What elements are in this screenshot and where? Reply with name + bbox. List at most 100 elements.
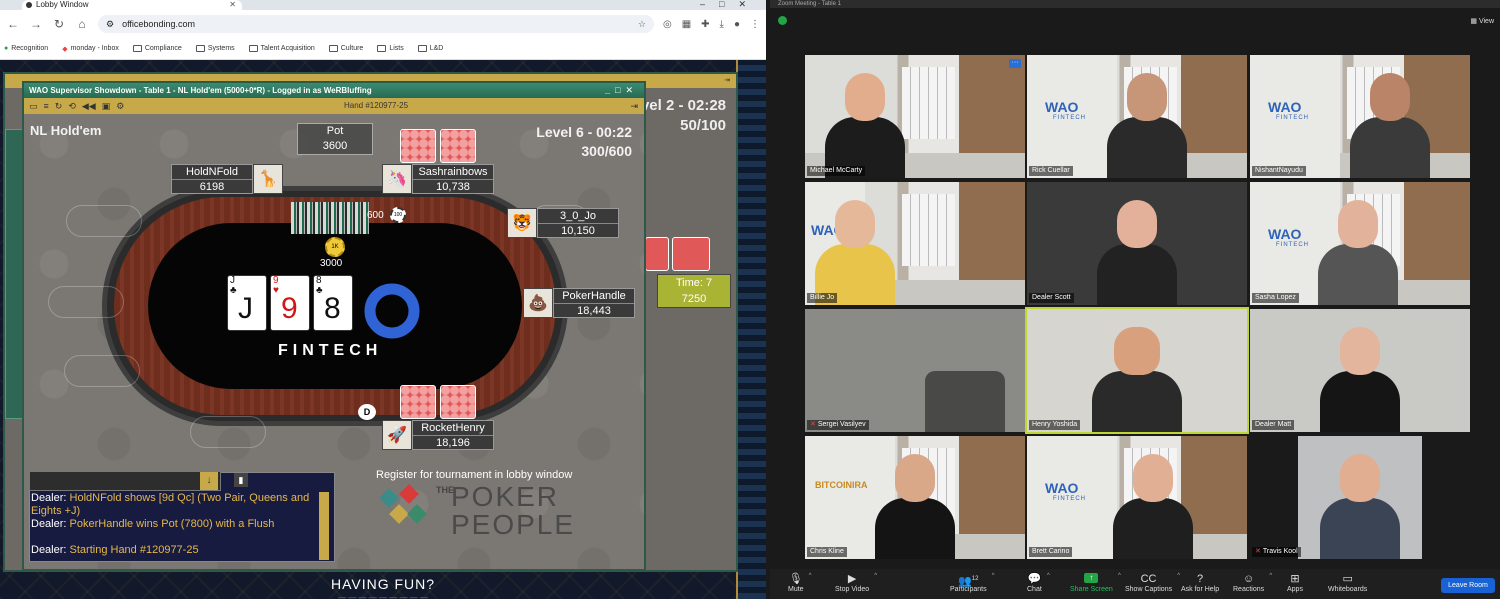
empty-seat[interactable] bbox=[64, 355, 140, 387]
close-icon[interactable]: ✕ bbox=[625, 85, 638, 95]
video-tile[interactable]: Dealer Scott bbox=[1027, 182, 1247, 305]
fintech-logo-text: FINTECH bbox=[1053, 496, 1086, 502]
whiteboards-button[interactable]: ▭ Whiteboards bbox=[1328, 569, 1367, 593]
tab-favicon-icon bbox=[26, 2, 32, 8]
caret-up-icon[interactable]: ^ bbox=[874, 573, 877, 579]
chat-scrollbar[interactable] bbox=[319, 492, 329, 560]
help-icon: ? bbox=[1197, 573, 1204, 585]
video-tile[interactable]: WAO FINTECH NishantNayudu bbox=[1250, 55, 1470, 178]
reactions-button[interactable]: ☺ Reactions ^ bbox=[1233, 569, 1272, 593]
browser-titlebar: Lobby Window ✕ –□✕ bbox=[0, 0, 766, 10]
bookmark-systems[interactable]: Systems bbox=[195, 45, 235, 52]
stats-chart-icon[interactable]: ▮ bbox=[234, 473, 248, 487]
player-seat-sashrainbows[interactable]: 🦄 Sashrainbows 10,738 bbox=[382, 164, 494, 194]
minimize-icon[interactable]: _ bbox=[605, 85, 615, 95]
back-arrow-icon[interactable]: ← bbox=[6, 17, 20, 31]
security-shield-icon[interactable] bbox=[778, 16, 787, 25]
video-tile-active-speaker[interactable]: Henry Yoshida bbox=[1025, 307, 1249, 434]
empty-seat[interactable] bbox=[48, 286, 124, 318]
tab-close-icon[interactable]: ✕ bbox=[229, 0, 236, 10]
bookmark-recognition[interactable]: ● Recognition bbox=[4, 45, 48, 52]
caret-up-icon[interactable]: ^ bbox=[809, 573, 812, 579]
player-seat-3-0-jo[interactable]: 🐯 3_0_Jo 10,150 bbox=[507, 208, 619, 238]
caret-up-icon[interactable]: ^ bbox=[1047, 573, 1050, 579]
replay-icon[interactable]: ⟲ bbox=[68, 101, 76, 112]
empty-seat[interactable] bbox=[66, 205, 142, 237]
caret-up-icon[interactable]: ^ bbox=[1177, 573, 1180, 579]
picture-icon[interactable]: ▣ bbox=[102, 101, 111, 112]
player-name: 3_0_Jo bbox=[538, 209, 618, 224]
video-tile[interactable]: Dealer Matt bbox=[1250, 309, 1470, 432]
player-seat-holdnfold[interactable]: 🦒 HoldNFold 6198 bbox=[171, 164, 283, 194]
captions-icon: CC bbox=[1140, 573, 1157, 585]
minimize-icon[interactable]: – bbox=[700, 0, 719, 9]
bookmark-star-icon[interactable]: ☆ bbox=[638, 19, 646, 30]
participant-video bbox=[1097, 200, 1177, 305]
share-screen-button[interactable]: ↑ Share Screen ^ bbox=[1070, 569, 1121, 593]
face-down-card bbox=[400, 129, 436, 163]
maximize-icon[interactable]: □ bbox=[615, 85, 625, 95]
player-seat-rockethenry[interactable]: 🚀 RocketHenry 18,196 bbox=[382, 420, 494, 450]
video-tile[interactable]: ✕ Sergei Vasilyev bbox=[805, 309, 1025, 432]
close-window-icon[interactable]: ✕ bbox=[738, 0, 760, 9]
wao-logo-text: WAO bbox=[1268, 226, 1302, 242]
browser-tab[interactable]: Lobby Window ✕ bbox=[22, 0, 242, 10]
ask-for-help-button[interactable]: ? Ask for Help bbox=[1181, 569, 1219, 593]
puzzle-icon[interactable]: ✚ bbox=[701, 19, 709, 30]
bookmark-lists[interactable]: Lists bbox=[377, 45, 404, 52]
leave-room-button[interactable]: Leave Room bbox=[1441, 578, 1495, 593]
video-tile[interactable]: WAO Billie Jo bbox=[805, 182, 1025, 305]
participant-nameplate: Brett Carino bbox=[1029, 547, 1073, 557]
settings-gear-icon[interactable]: ⚙ bbox=[116, 101, 124, 112]
whiteboards-label: Whiteboards bbox=[1328, 586, 1368, 593]
participant-nameplate: Chris Kline bbox=[807, 547, 847, 557]
player-seat-pokerhandle[interactable]: 💩 PokerHandle 18,443 bbox=[523, 288, 635, 318]
participants-button[interactable]: 👥12 Participants ^ bbox=[950, 569, 995, 593]
menu-dots-icon[interactable]: ⋮ bbox=[750, 19, 760, 30]
chat-bubble-icon[interactable]: ▭ bbox=[29, 101, 38, 112]
participant-name: Travis Kool bbox=[1262, 548, 1298, 555]
stop-video-button[interactable]: ▶ Stop Video ^ bbox=[835, 569, 877, 593]
view-button[interactable]: ▦ View bbox=[1470, 17, 1494, 25]
refresh-icon[interactable]: ↻ bbox=[55, 101, 63, 112]
show-captions-button[interactable]: CC Show Captions ^ bbox=[1125, 569, 1180, 593]
exit-icon[interactable]: ⇥ bbox=[724, 74, 730, 88]
bookmark-label: monday - Inbox bbox=[70, 45, 119, 52]
empty-seat[interactable] bbox=[190, 416, 266, 448]
bookmark-compliance[interactable]: Compliance bbox=[132, 45, 182, 52]
participant-name: Sergei Vasilyev bbox=[817, 421, 866, 428]
chat-dropdown-arrow-icon[interactable]: ↓ bbox=[200, 472, 218, 490]
video-tile[interactable]: WAO FINTECH Sasha Lopez bbox=[1250, 182, 1470, 305]
bookmark-talent-acquisition[interactable]: Talent Acquisition bbox=[248, 45, 315, 52]
profile-avatar-icon[interactable]: ● bbox=[734, 19, 740, 30]
mute-button[interactable]: 🎙 Mute ^ bbox=[788, 569, 812, 593]
video-tile[interactable]: ··· Michael McCarty bbox=[805, 55, 1025, 178]
bookmark-monday[interactable]: ◆ monday - Inbox bbox=[62, 45, 119, 53]
caret-up-icon[interactable]: ^ bbox=[992, 573, 995, 579]
rewind-icon[interactable]: ◀◀ bbox=[82, 101, 96, 112]
chat-button[interactable]: 💬 Chat ^ bbox=[1027, 569, 1050, 593]
home-icon[interactable]: ⌂ bbox=[75, 17, 89, 31]
menu-icon[interactable]: ≡ bbox=[44, 101, 49, 111]
video-tile[interactable]: BITCOINIRA Chris Kline bbox=[805, 436, 1025, 559]
forward-arrow-icon[interactable]: → bbox=[29, 17, 43, 31]
maximize-icon[interactable]: □ bbox=[719, 0, 738, 9]
having-fun-links[interactable]: — — — — — — — — — bbox=[0, 593, 766, 599]
video-tile[interactable]: ✕ Travis Kool bbox=[1250, 436, 1470, 559]
reload-icon[interactable]: ↻ bbox=[52, 17, 66, 31]
grid-extension-icon[interactable]: ▦ bbox=[682, 19, 691, 30]
video-tile[interactable]: WAO FINTECH Brett Carino bbox=[1027, 436, 1247, 559]
site-info-icon[interactable]: ⚙ bbox=[106, 19, 114, 30]
address-bar[interactable]: ⚙ officebonding.com ☆ bbox=[98, 15, 654, 33]
chat-input[interactable] bbox=[29, 471, 221, 491]
download-icon[interactable]: ⤓ bbox=[720, 19, 724, 30]
bookmark-ld[interactable]: L&D bbox=[417, 45, 443, 52]
more-options-icon[interactable]: ··· bbox=[1009, 59, 1021, 68]
leave-table-icon[interactable]: ⇥ bbox=[630, 98, 638, 114]
bookmark-culture[interactable]: Culture bbox=[328, 45, 363, 52]
extension-icon[interactable]: ◎ bbox=[663, 19, 672, 30]
apps-button[interactable]: ⊞ Apps bbox=[1287, 569, 1303, 593]
caret-up-icon[interactable]: ^ bbox=[1269, 573, 1272, 579]
caret-up-icon[interactable]: ^ bbox=[1118, 573, 1121, 579]
video-tile[interactable]: WAO FINTECH Rick Cuellar bbox=[1027, 55, 1247, 178]
